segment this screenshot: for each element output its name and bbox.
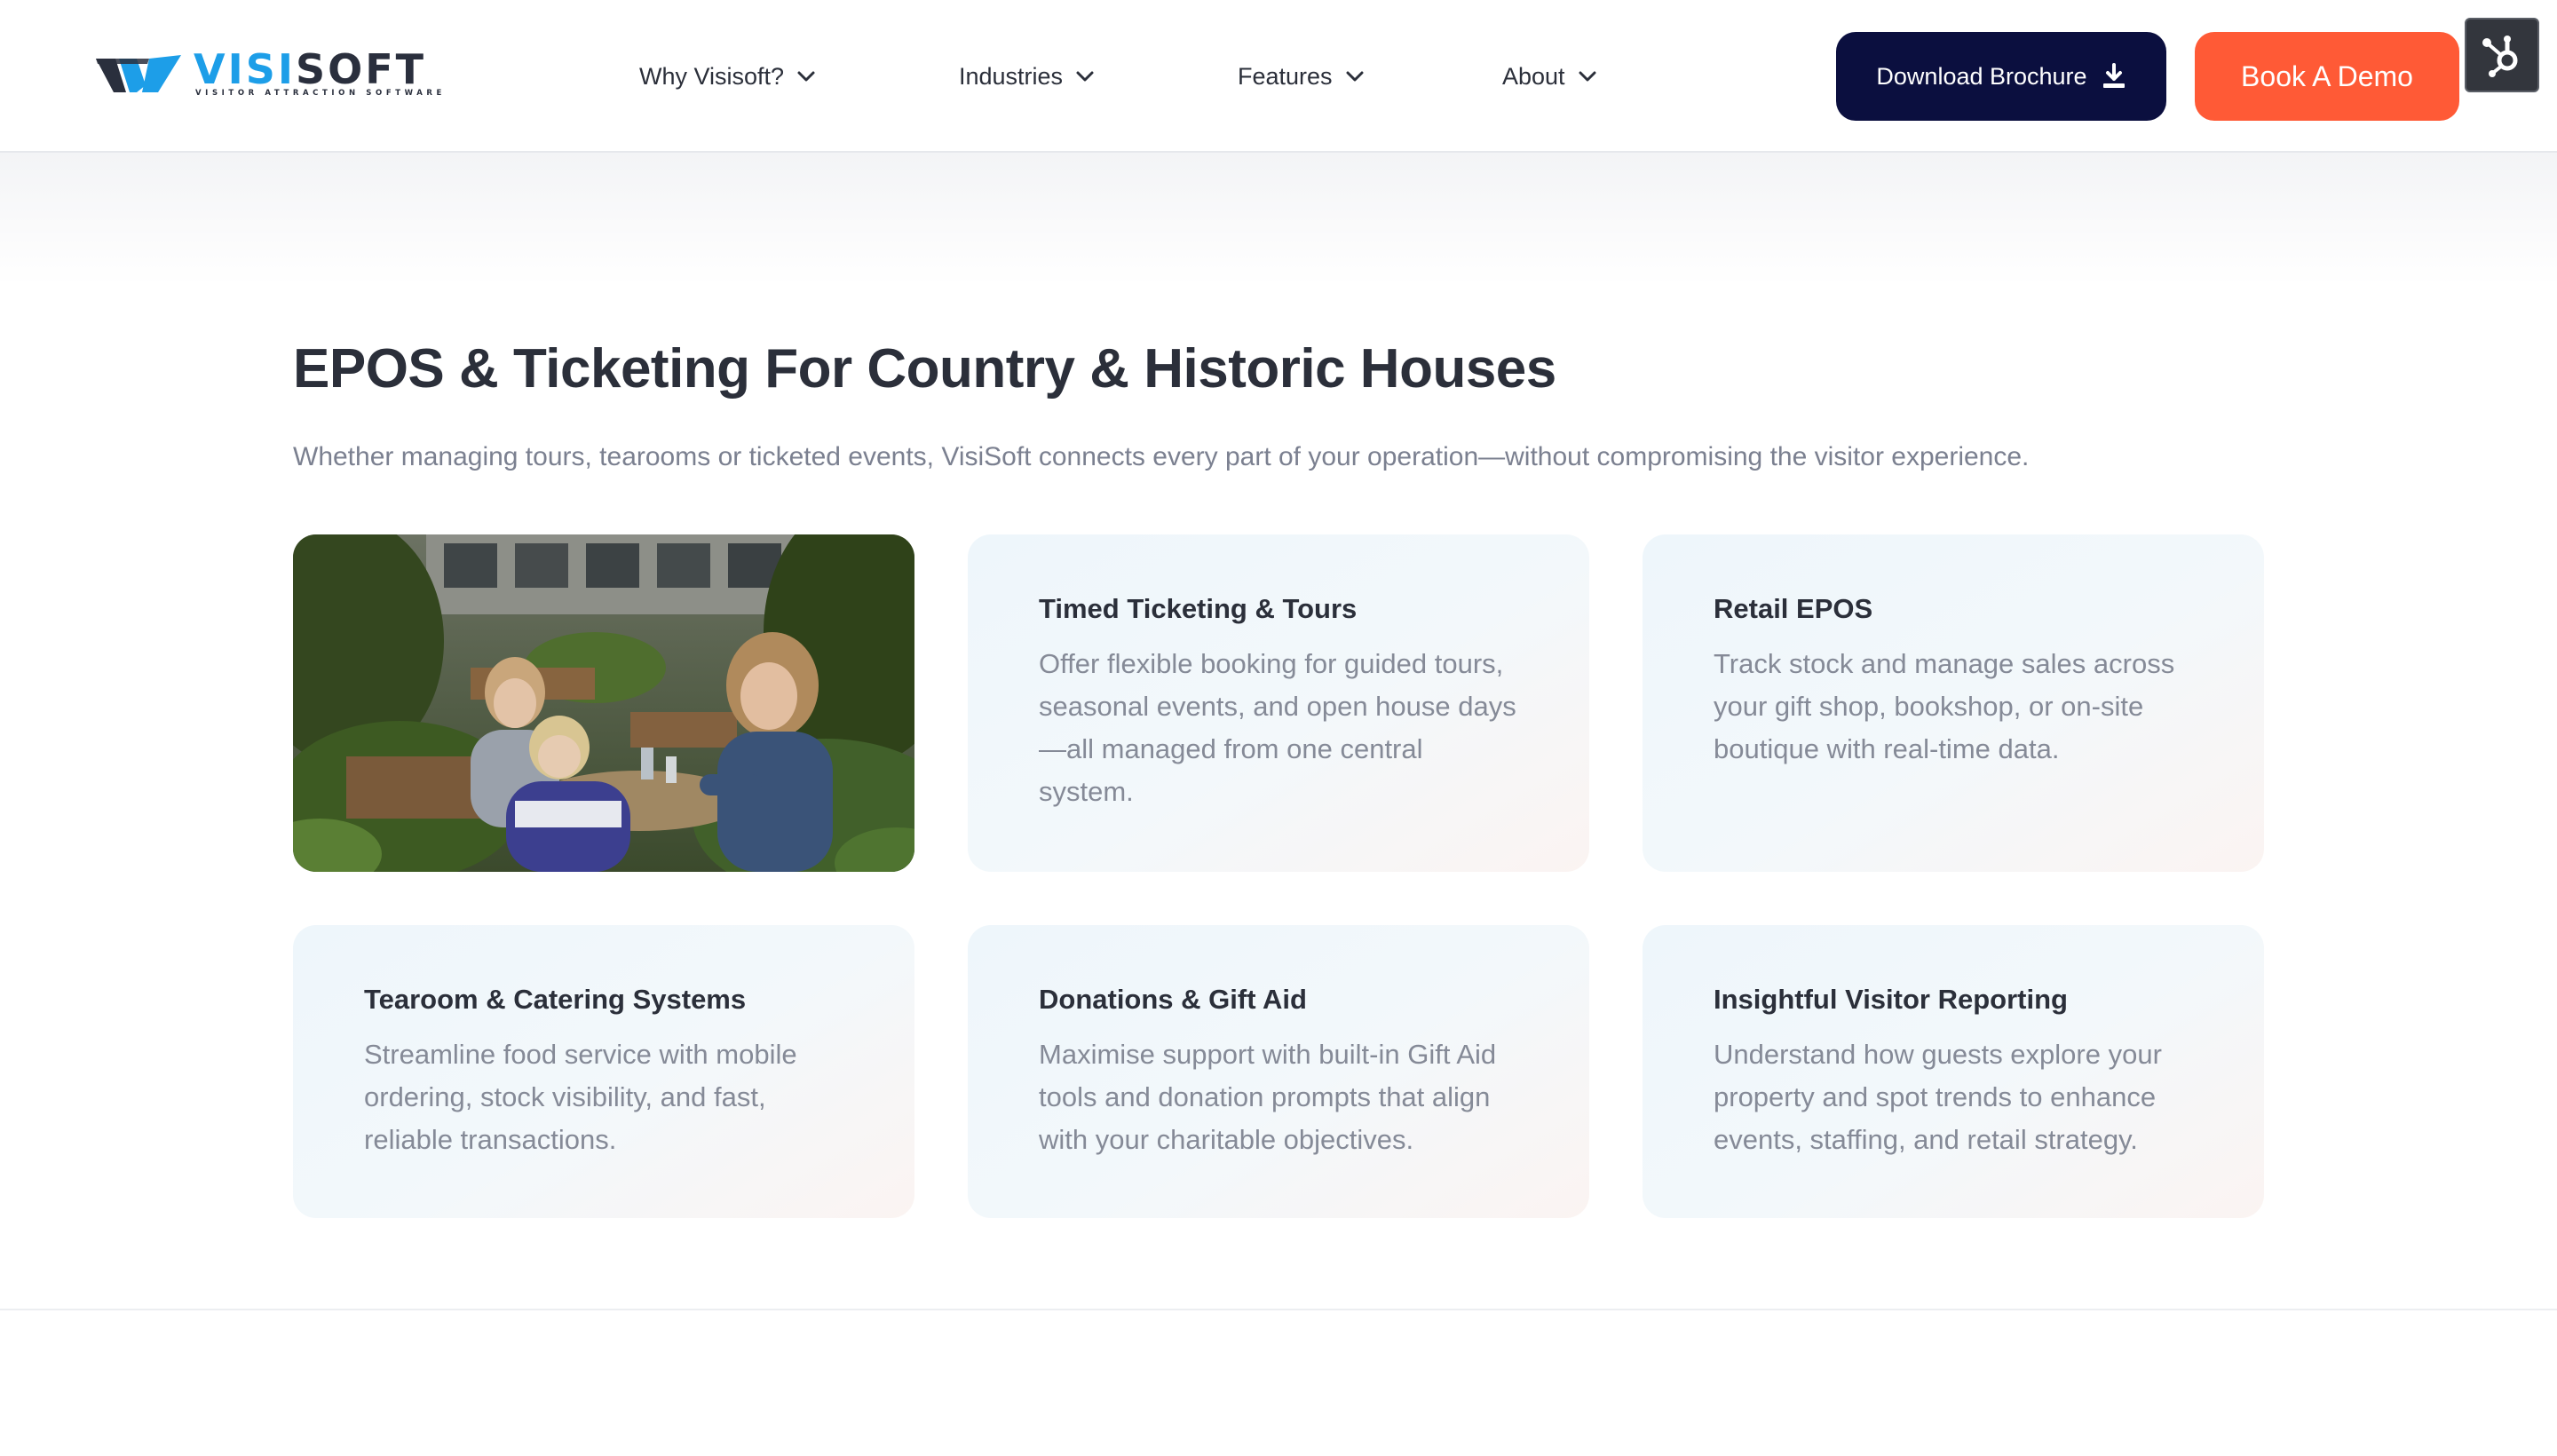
card-retail-epos: Retail EPOS Track stock and manage sales… [1643,534,2264,872]
card-text: Understand how guests explore your prope… [1714,1039,2162,1155]
section-divider [0,1309,2557,1310]
hubspot-chat-button[interactable] [2465,18,2539,92]
nav-features[interactable]: Features [1238,55,1365,98]
card-title: Retail EPOS [1714,593,1873,624]
site-header: VISISOFT VISITOR ATTRACTION SOFTWARE Why… [0,0,2557,153]
nav-label: Industries [959,62,1064,90]
card-text: Streamline food service with mobile orde… [364,1039,797,1155]
download-brochure-label: Download Brochure [1876,62,2087,90]
chevron-down-icon [1076,71,1094,82]
logo-wordmark: VISISOFT [194,45,427,93]
section-subtitle: Whether managing tours, tearooms or tick… [293,442,2030,471]
download-icon [2102,63,2125,88]
card-text: Maximise support with built-in Gift Aid … [1039,1039,1497,1155]
book-demo-label: Book A Demo [2241,59,2413,92]
logo-tagline: VISITOR ATTRACTION SOFTWARE [195,89,446,98]
hubspot-sprocket-icon [2482,36,2518,77]
photo-illustration [293,534,914,872]
card-text: Track stock and manage sales across your… [1714,648,2175,764]
nav-label: About [1502,62,1565,90]
card-title: Timed Ticketing & Tours [1039,593,1358,624]
chevron-down-icon [1579,71,1596,82]
chevron-down-icon [797,71,815,82]
nav-label: Why Visisoft? [639,62,785,90]
chevron-down-icon [1346,71,1364,82]
header-shadow [0,153,2557,286]
section-title: EPOS & Ticketing For Country & Historic … [293,338,1556,400]
card-timed-ticketing: Timed Ticketing & Tours Offer flexible b… [968,534,1589,872]
card-title: Insightful Visitor Reporting [1714,984,2068,1015]
visisoft-logo[interactable]: VISISOFT VISITOR ATTRACTION SOFTWARE [96,46,441,101]
book-demo-button[interactable]: Book A Demo [2195,32,2459,121]
logo-mark-icon [96,55,181,92]
card-tearoom-catering: Tearoom & Catering Systems Streamline fo… [293,925,914,1218]
card-title: Tearoom & Catering Systems [364,984,747,1015]
nav-label: Features [1238,62,1333,90]
card-title: Donations & Gift Aid [1039,984,1307,1015]
download-brochure-button[interactable]: Download Brochure [1836,32,2166,121]
card-text: Offer flexible booking for guided tours,… [1039,648,1516,807]
tearoom-visitors-photo [293,534,914,872]
card-visitor-reporting: Insightful Visitor Reporting Understand … [1643,925,2264,1218]
card-donations-gift-aid: Donations & Gift Aid Maximise support wi… [968,925,1589,1218]
nav-industries[interactable]: Industries [959,55,1095,98]
nav-about[interactable]: About [1502,55,1597,98]
nav-why-visisoft[interactable]: Why Visisoft? [639,55,816,98]
